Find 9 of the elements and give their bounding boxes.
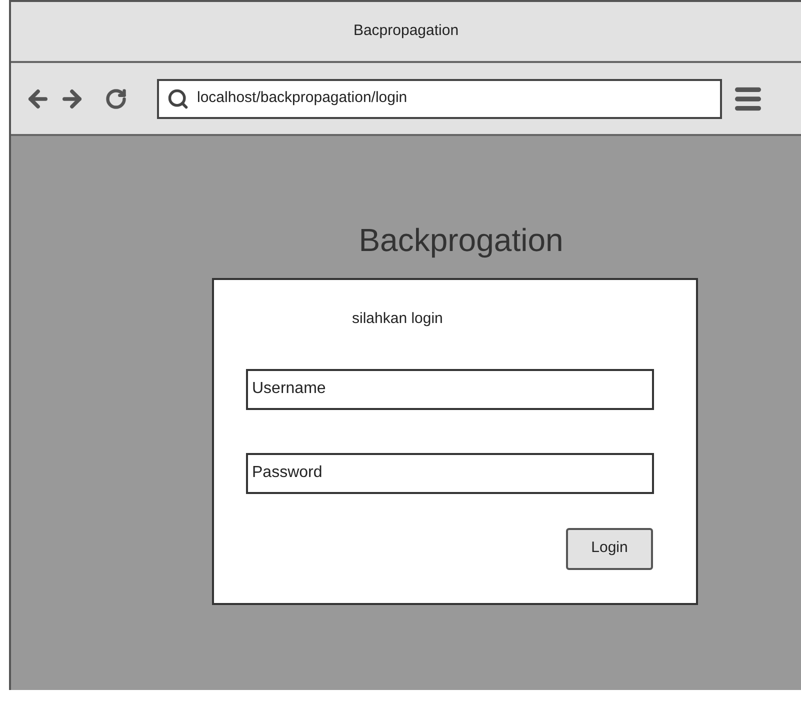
text-field[interactable]: Username bbox=[246, 368, 654, 410]
text-field[interactable]: Password bbox=[246, 452, 654, 494]
login-button[interactable]: Login bbox=[566, 528, 653, 570]
reload-icon[interactable] bbox=[105, 88, 127, 110]
window-title: Bacpropagation bbox=[353, 21, 459, 42]
page-heading: Backprogation bbox=[358, 224, 564, 256]
address-field[interactable]: localhost/backpropagation/login bbox=[157, 78, 722, 118]
search-icon bbox=[167, 88, 189, 110]
card-subtitle: silahkan login bbox=[352, 309, 444, 329]
